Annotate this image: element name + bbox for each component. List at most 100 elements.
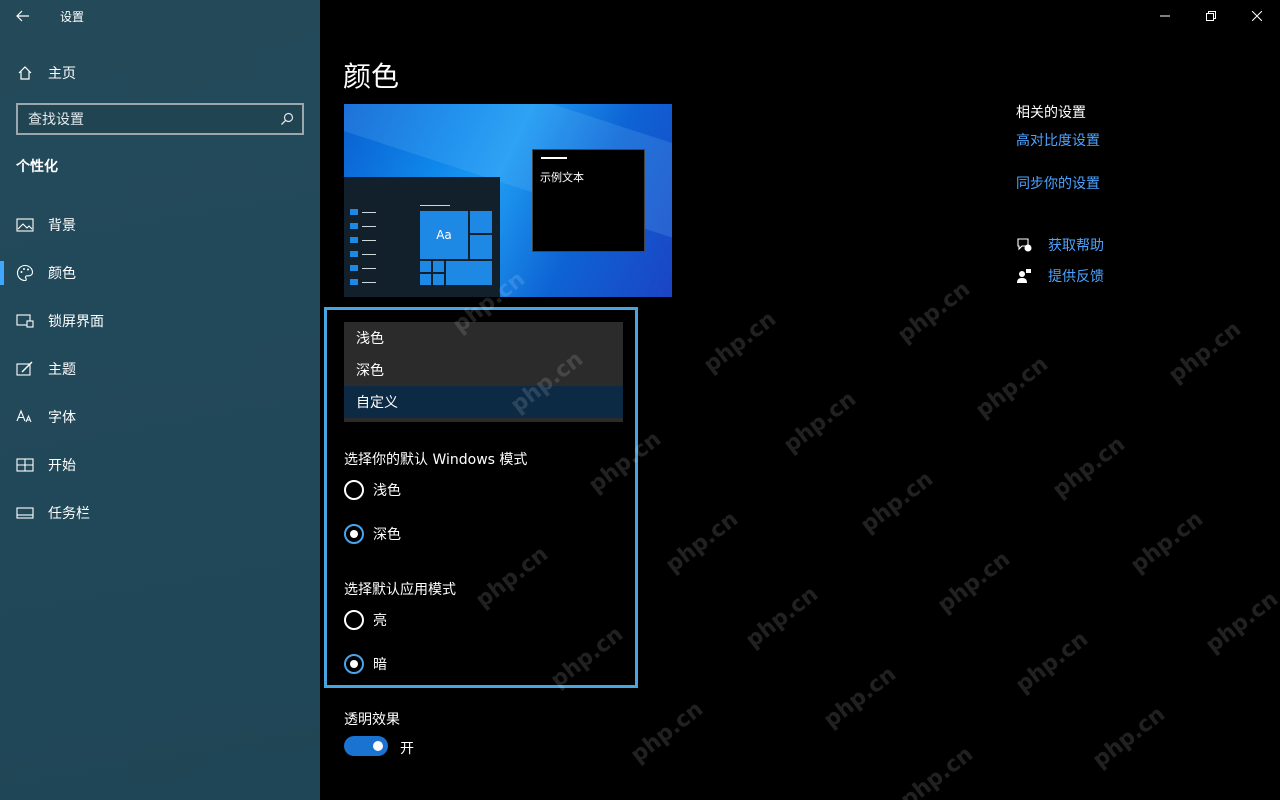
window-controls (1142, 0, 1280, 32)
preview-sample-window: 示例文本 (532, 149, 645, 252)
radio-circle[interactable] (344, 480, 364, 500)
radio-circle[interactable] (344, 610, 364, 630)
watermark: php.cn (699, 306, 781, 379)
watermark: php.cn (741, 581, 823, 654)
preview-tile (446, 261, 492, 285)
search-input[interactable]: 查找设置 (16, 103, 304, 135)
sidebar-item-background[interactable]: 背景 (0, 201, 320, 249)
theme-brush-icon (16, 360, 34, 378)
sidebar: 设置 主页 查找设置 个性化 背景 颜色 锁屏界面 主题 字体 开始 任务栏 (0, 0, 320, 800)
radio-label: 亮 (373, 613, 387, 629)
watermark: php.cn (1011, 626, 1093, 699)
radio-label: 深色 (373, 527, 401, 543)
lock-screen-icon (16, 312, 34, 330)
windows-mode-light-radio[interactable]: 浅色 (344, 480, 401, 500)
app-title: 设置 (60, 9, 85, 24)
transparency-state: 开 (400, 741, 414, 757)
watermark: php.cn (1048, 431, 1130, 504)
feedback-row[interactable]: 提供反馈 (1016, 266, 1104, 286)
start-icon (16, 456, 34, 474)
sidebar-item-label: 字体 (48, 410, 76, 426)
sidebar-item-label: 锁屏界面 (48, 314, 104, 330)
watermark: php.cn (971, 351, 1053, 424)
preview-tile (420, 261, 431, 272)
watermark: php.cn (779, 386, 861, 459)
related-heading: 相关的设置 (1016, 105, 1086, 121)
transparency-toggle[interactable] (344, 736, 388, 756)
transparency-label: 透明效果 (344, 712, 400, 728)
preview-tile (433, 261, 444, 272)
get-help-row[interactable]: 获取帮助 (1016, 235, 1104, 255)
preview-start-list (350, 209, 380, 293)
restore-icon (1206, 11, 1216, 21)
high-contrast-link[interactable]: 高对比度设置 (1016, 130, 1246, 150)
font-icon (16, 408, 34, 426)
section-title: 个性化 (16, 159, 58, 175)
minimize-button[interactable] (1142, 0, 1188, 32)
windows-mode-dark-radio[interactable]: 深色 (344, 524, 401, 544)
app-mode-light-radio[interactable]: 亮 (344, 610, 387, 630)
dropdown-option-light[interactable]: 浅色 (344, 322, 623, 354)
sidebar-item-lock-screen[interactable]: 锁屏界面 (0, 297, 320, 345)
sidebar-item-start[interactable]: 开始 (0, 441, 320, 489)
color-mode-dropdown[interactable]: 浅色 深色 自定义 (344, 322, 623, 422)
close-icon (1252, 11, 1262, 21)
picture-icon (16, 216, 34, 234)
sidebar-item-label: 主题 (48, 362, 76, 378)
titlebar-left: 设置 (0, 0, 320, 32)
get-help-link[interactable]: 获取帮助 (1048, 235, 1104, 255)
sidebar-item-label: 任务栏 (48, 506, 90, 522)
watermark: php.cn (626, 696, 708, 769)
sidebar-item-label: 开始 (48, 458, 76, 474)
dropdown-option-custom[interactable]: 自定义 (344, 386, 623, 418)
sample-title-bar (541, 157, 567, 159)
app-mode-dark-radio[interactable]: 暗 (344, 654, 387, 674)
search-placeholder: 查找设置 (28, 112, 84, 128)
watermark: php.cn (1201, 586, 1280, 659)
radio-circle-checked[interactable] (344, 654, 364, 674)
sample-text: 示例文本 (540, 171, 584, 184)
sidebar-item-themes[interactable]: 主题 (0, 345, 320, 393)
watermark: php.cn (1088, 701, 1170, 774)
minimize-icon (1160, 15, 1170, 17)
app-mode-label: 选择默认应用模式 (344, 582, 456, 598)
taskbar-icon (16, 504, 34, 522)
close-button[interactable] (1234, 0, 1280, 32)
search-icon[interactable] (280, 112, 294, 126)
sidebar-item-fonts[interactable]: 字体 (0, 393, 320, 441)
sync-settings-link[interactable]: 同步你的设置 (1016, 173, 1246, 193)
radio-label: 暗 (373, 657, 387, 673)
watermark: php.cn (933, 546, 1015, 619)
preview-tiles-bar (420, 205, 450, 206)
nav-list: 背景 颜色 锁屏界面 主题 字体 开始 任务栏 (0, 201, 320, 537)
radio-label: 浅色 (373, 483, 401, 499)
watermark: php.cn (1126, 506, 1208, 579)
preview-tile (470, 211, 492, 233)
preview-tile-aa: Aa (420, 211, 468, 259)
home-nav-item[interactable]: 主页 (0, 56, 320, 90)
watermark: php.cn (819, 661, 901, 734)
feedback-link[interactable]: 提供反馈 (1048, 266, 1104, 286)
watermark: php.cn (661, 506, 743, 579)
watermark: php.cn (896, 741, 978, 800)
sidebar-item-taskbar[interactable]: 任务栏 (0, 489, 320, 537)
restore-button[interactable] (1188, 0, 1234, 32)
related-settings: 相关的设置 高对比度设置 同步你的设置 (1016, 102, 1246, 193)
radio-circle-checked[interactable] (344, 524, 364, 544)
sidebar-item-colors[interactable]: 颜色 (0, 249, 320, 297)
back-arrow-icon (16, 10, 29, 22)
windows-mode-label: 选择你的默认 Windows 模式 (344, 452, 528, 468)
watermark: php.cn (893, 276, 975, 349)
preview-tile (433, 274, 444, 285)
chat-help-icon (1017, 238, 1032, 252)
back-button[interactable] (0, 0, 46, 32)
preview-tile (420, 274, 431, 285)
dropdown-option-dark[interactable]: 深色 (344, 354, 623, 386)
sidebar-item-label: 背景 (48, 218, 76, 234)
preview-tile (470, 235, 492, 259)
watermark: php.cn (856, 466, 938, 539)
home-icon (18, 66, 32, 80)
theme-preview: Aa 示例文本 (344, 104, 672, 297)
feedback-person-icon (1017, 269, 1031, 283)
page-title: 颜色 (343, 60, 400, 93)
